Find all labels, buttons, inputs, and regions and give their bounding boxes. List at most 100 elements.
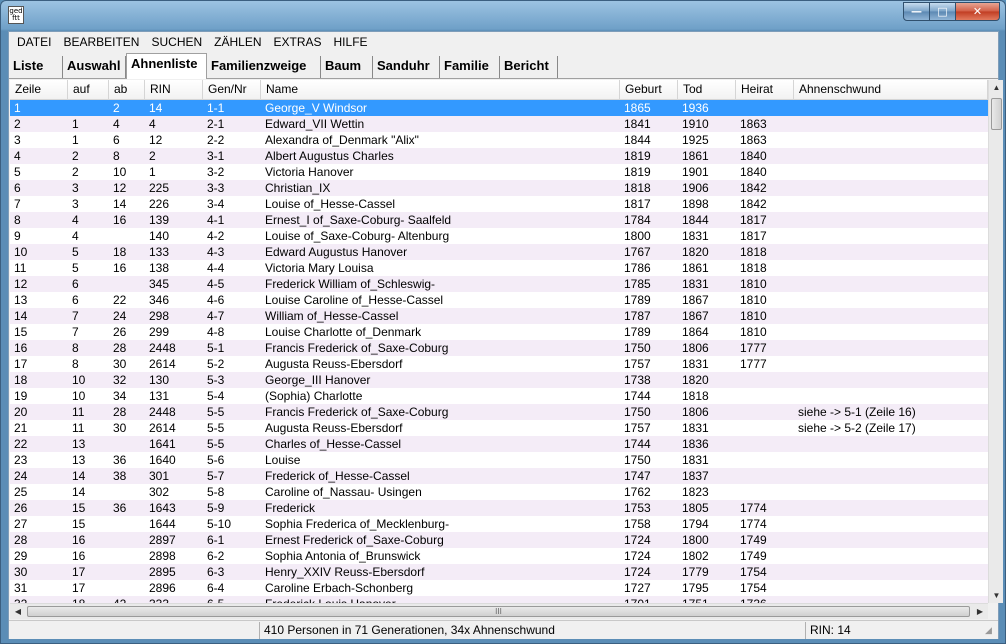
table-row[interactable]: 21 11 30 2614 5-5 Augusta Reuss-Ebersdorf 1757… bbox=[10, 420, 988, 436]
cell-heirat: 1817 bbox=[740, 213, 767, 227]
horizontal-scrollbar[interactable]: ◀ III ▶ bbox=[10, 603, 988, 619]
cell-gen-nr: 5-5 bbox=[207, 421, 225, 435]
resize-grip-icon[interactable]: ◢ bbox=[985, 625, 997, 637]
cell-name: Louise Caroline of_Hesse-Cassel bbox=[265, 293, 444, 307]
tab-ahnenliste[interactable]: Ahnenliste bbox=[126, 53, 207, 79]
cell-geburt: 1750 bbox=[624, 341, 651, 355]
table-row[interactable]: 8 4 16 139 4-1 Ernest_I of_Saxe-Coburg- Saalf… bbox=[10, 212, 988, 228]
column-header-name[interactable]: Name bbox=[261, 80, 620, 100]
column-header-tod[interactable]: Tod bbox=[678, 80, 736, 100]
column-header-geburt[interactable]: Geburt bbox=[620, 80, 678, 100]
cell-heirat: 1863 bbox=[740, 117, 767, 131]
cell-name: Ernest_I of_Saxe-Coburg- Saalfeld bbox=[265, 213, 452, 227]
table-row[interactable]: 1 2 14 1-1 George_V Windsor 1865 1936 bbox=[10, 100, 988, 116]
table-row[interactable]: 5 2 10 1 3-2 Victoria Hanover 1819 1901 1840 bbox=[10, 164, 988, 180]
table-row[interactable]: 26 15 36 1643 5-9 Frederick 1753 1805 1774 bbox=[10, 500, 988, 516]
cell-name: Caroline of_Nassau- Usingen bbox=[265, 485, 422, 499]
cell-zeile: 10 bbox=[14, 245, 28, 259]
table-row[interactable]: 2 1 4 4 2-1 Edward_VII Wettin 1841 1910 1863 bbox=[10, 116, 988, 132]
table-row[interactable]: 14 7 24 298 4-7 William of_Hesse-Cassel 1787 18… bbox=[10, 308, 988, 324]
table-row[interactable]: 22 13 1641 5-5 Charles of_Hesse-Cassel 1744 18… bbox=[10, 436, 988, 452]
menu-zahlen[interactable]: ZÄHLEN bbox=[208, 35, 267, 49]
cell-ahnenschwund bbox=[794, 260, 988, 276]
table-row[interactable]: 12 6 345 4-5 Frederick William of_Schleswig-… bbox=[10, 276, 988, 292]
status-summary: 410 Personen in 71 Generationen, 34x Ahn… bbox=[259, 622, 805, 639]
column-header-auf[interactable]: auf bbox=[68, 80, 109, 100]
cell-auf: 17 bbox=[72, 581, 86, 595]
scroll-left-icon[interactable]: ◀ bbox=[10, 604, 26, 619]
table-row[interactable]: 10 5 18 133 4-3 Edward Augustus Hanover 1767 18… bbox=[10, 244, 988, 260]
table-row[interactable]: 9 4 140 4-2 Louise of_Saxe-Coburg- Altenburg… bbox=[10, 228, 988, 244]
column-header-rin[interactable]: RIN bbox=[145, 80, 203, 100]
table-row[interactable]: 11 5 16 138 4-4 Victoria Mary Louisa 1786 1861 1… bbox=[10, 260, 988, 276]
cell-zeile: 26 bbox=[14, 501, 28, 515]
menu-bearbeiten[interactable]: BEARBEITEN bbox=[57, 35, 145, 49]
cell-zeile: 22 bbox=[14, 437, 28, 451]
table-row[interactable]: 23 13 36 1640 5-6 Louise 1750 1831 bbox=[10, 452, 988, 468]
cell-heirat: 1774 bbox=[740, 517, 767, 531]
table-row[interactable]: 6 3 12 225 3-3 Christian_IX 1818 1906 1842 bbox=[10, 180, 988, 196]
table-row[interactable]: 24 14 38 301 5-7 Frederick of_Hesse-Cassel 174… bbox=[10, 468, 988, 484]
cell-tod: 1779 bbox=[682, 565, 709, 579]
column-header-gen-nr[interactable]: Gen/Nr bbox=[203, 80, 261, 100]
menu-suchen[interactable]: SUCHEN bbox=[145, 35, 208, 49]
cell-heirat: 1818 bbox=[740, 261, 767, 275]
table-row[interactable]: 4 2 8 2 3-1 Albert Augustus Charles 1819 1861 18… bbox=[10, 148, 988, 164]
tab-bericht[interactable]: Bericht bbox=[500, 56, 558, 78]
table-row[interactable]: 28 16 2897 6-1 Ernest Frederick of_Saxe-Cobu… bbox=[10, 532, 988, 548]
maximize-button[interactable]: □ bbox=[930, 2, 956, 21]
cell-auf: 3 bbox=[72, 197, 79, 211]
table-row[interactable]: 19 10 34 131 5-4 (Sophia) Charlotte 1744 1818 bbox=[10, 388, 988, 404]
tab-familienzweige[interactable]: Familienzweige bbox=[207, 56, 321, 78]
table-row[interactable]: 27 15 1644 5-10 Sophia Frederica of_Mecklenb… bbox=[10, 516, 988, 532]
tab-sanduhr[interactable]: Sanduhr bbox=[373, 56, 440, 78]
scroll-right-icon[interactable]: ▶ bbox=[972, 604, 988, 619]
table-row[interactable]: 17 8 30 2614 5-2 Augusta Reuss-Ebersdorf 1757 1… bbox=[10, 356, 988, 372]
title-bar[interactable]: ged ftt — □ ✕ bbox=[1, 1, 1005, 31]
cell-auf: 11 bbox=[72, 421, 85, 435]
tab-familie[interactable]: Familie bbox=[440, 56, 500, 78]
cell-zeile: 20 bbox=[14, 405, 28, 419]
menu-hilfe[interactable]: HILFE bbox=[328, 35, 374, 49]
cell-zeile: 17 bbox=[14, 357, 28, 371]
cell-name: Francis Frederick of_Saxe-Coburg bbox=[265, 405, 449, 419]
cell-tod: 1795 bbox=[682, 581, 709, 595]
table-row[interactable]: 15 7 26 299 4-8 Louise Charlotte of_Denmark 17… bbox=[10, 324, 988, 340]
table-row[interactable]: 18 10 32 130 5-3 George_III Hanover 1738 1820 bbox=[10, 372, 988, 388]
vertical-scrollbar[interactable]: ▲ ▼ bbox=[988, 80, 1003, 603]
scroll-up-icon[interactable]: ▲ bbox=[989, 80, 1004, 95]
table-row[interactable]: 29 16 2898 6-2 Sophia Antonia of_Brunswick 17… bbox=[10, 548, 988, 564]
menu-extras[interactable]: EXTRAS bbox=[268, 35, 328, 49]
cell-auf: 5 bbox=[72, 261, 79, 275]
tab-liste[interactable]: Liste bbox=[9, 56, 63, 78]
scroll-down-icon[interactable]: ▼ bbox=[989, 588, 1004, 603]
column-header-zeile[interactable]: Zeile bbox=[10, 80, 68, 100]
column-header-ahnenschwund[interactable]: Ahnenschwund bbox=[794, 80, 988, 100]
column-header-heirat[interactable]: Heirat bbox=[736, 80, 794, 100]
table-row[interactable]: 3218423336-5Frederick Louis Hanover17011… bbox=[10, 596, 988, 603]
table-row[interactable]: 13 6 22 346 4-6 Louise Caroline of_Hesse-Cass… bbox=[10, 292, 988, 308]
cell-auf: 7 bbox=[72, 325, 79, 339]
menu-datei[interactable]: DATEI bbox=[11, 35, 57, 49]
cell-zeile: 14 bbox=[14, 309, 28, 323]
cell-zeile: 7 bbox=[14, 197, 21, 211]
minimize-button[interactable]: — bbox=[903, 2, 930, 21]
table-row[interactable]: 7 3 14 226 3-4 Louise of_Hesse-Cassel 1817 1898… bbox=[10, 196, 988, 212]
tab-baum[interactable]: Baum bbox=[321, 56, 373, 78]
tab-auswahl[interactable]: Auswahl bbox=[63, 56, 126, 78]
cell-heirat bbox=[736, 436, 794, 452]
table-row[interactable]: 3 1 6 12 2-2 Alexandra of_Denmark "Alix" 1844 1… bbox=[10, 132, 988, 148]
table-row[interactable]: 25 14 302 5-8 Caroline of_Nassau- Usingen 176… bbox=[10, 484, 988, 500]
cell-heirat: 1810 bbox=[740, 309, 767, 323]
cell-ab: 10 bbox=[113, 165, 127, 179]
column-header-ab[interactable]: ab bbox=[109, 80, 145, 100]
app-icon[interactable]: ged ftt bbox=[8, 6, 24, 24]
vertical-scroll-thumb[interactable] bbox=[991, 98, 1002, 130]
horizontal-scroll-thumb[interactable]: III bbox=[27, 606, 970, 617]
table-row[interactable]: 30 17 2895 6-3 Henry_XXIV Reuss-Ebersdorf 172… bbox=[10, 564, 988, 580]
table-row[interactable]: 16 8 28 2448 5-1 Francis Frederick of_Saxe-Co… bbox=[10, 340, 988, 356]
close-button[interactable]: ✕ bbox=[956, 2, 1000, 21]
cell-tod: 1906 bbox=[682, 181, 709, 195]
table-row[interactable]: 20 11 28 2448 5-5 Francis Frederick of_Saxe-C… bbox=[10, 404, 988, 420]
table-row[interactable]: 31 17 2896 6-4 Caroline Erbach-Schonberg 1727… bbox=[10, 580, 988, 596]
